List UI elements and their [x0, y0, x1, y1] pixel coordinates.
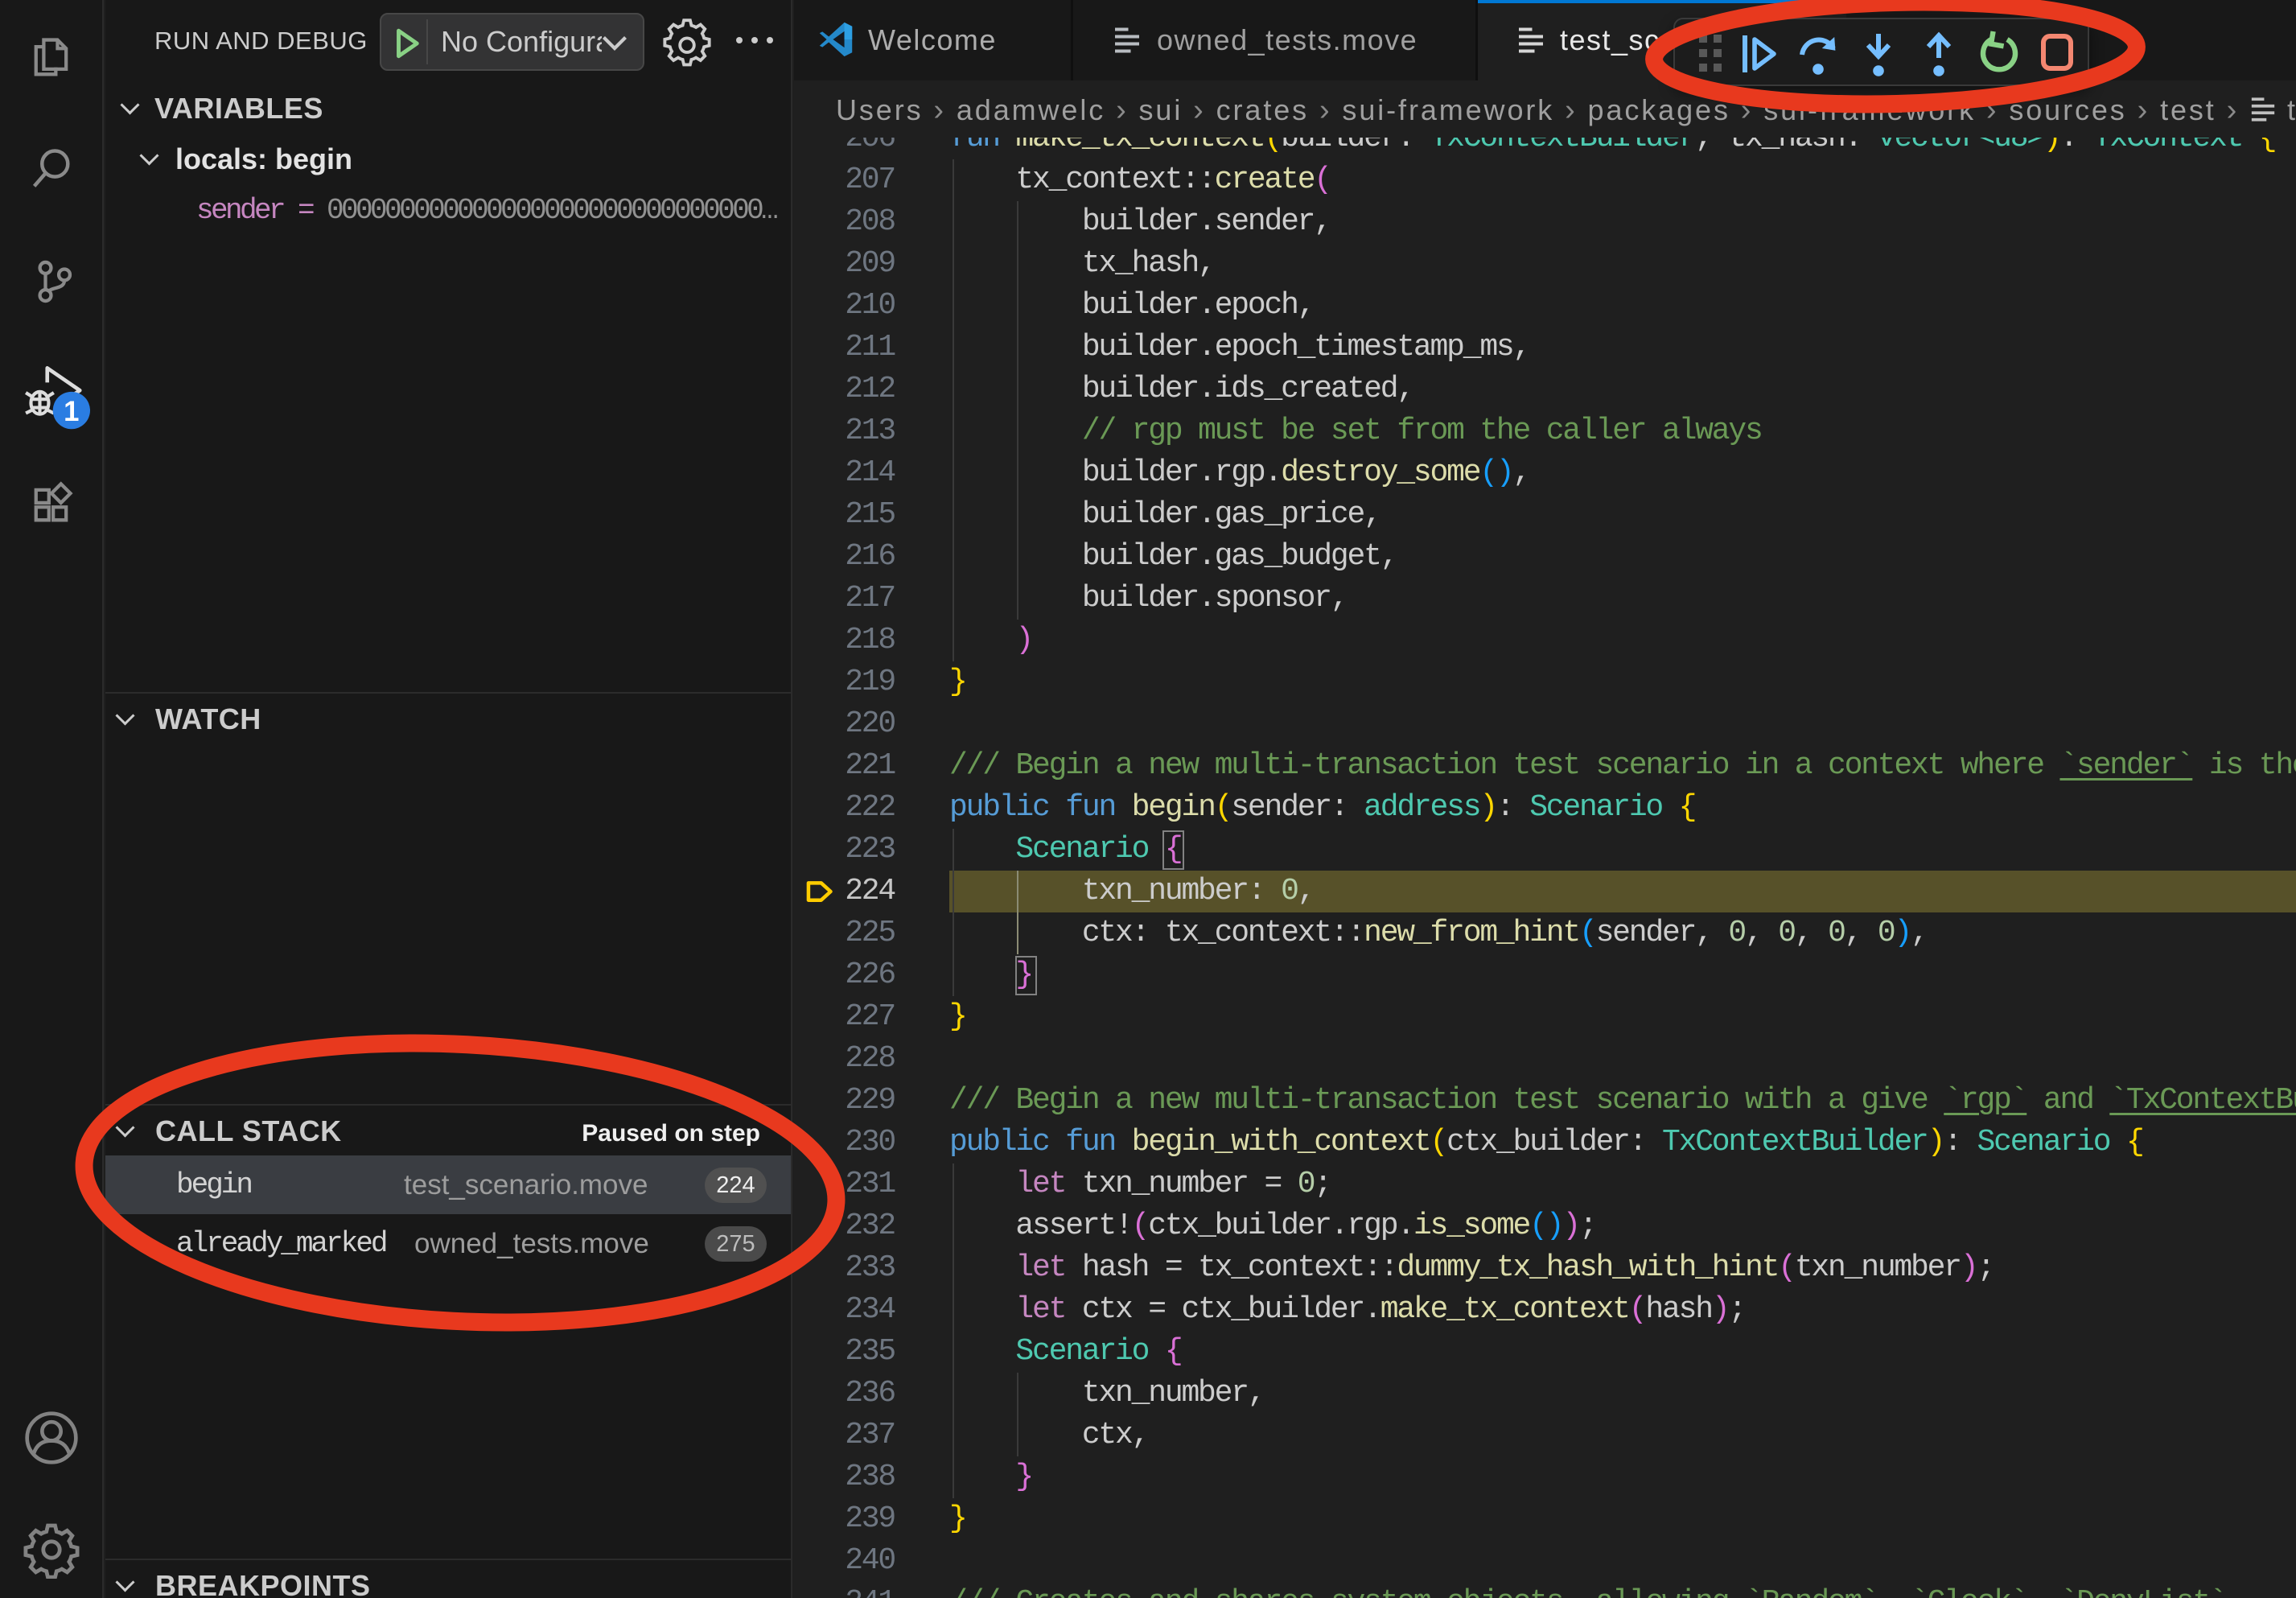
svg-text:1: 1: [64, 397, 79, 427]
